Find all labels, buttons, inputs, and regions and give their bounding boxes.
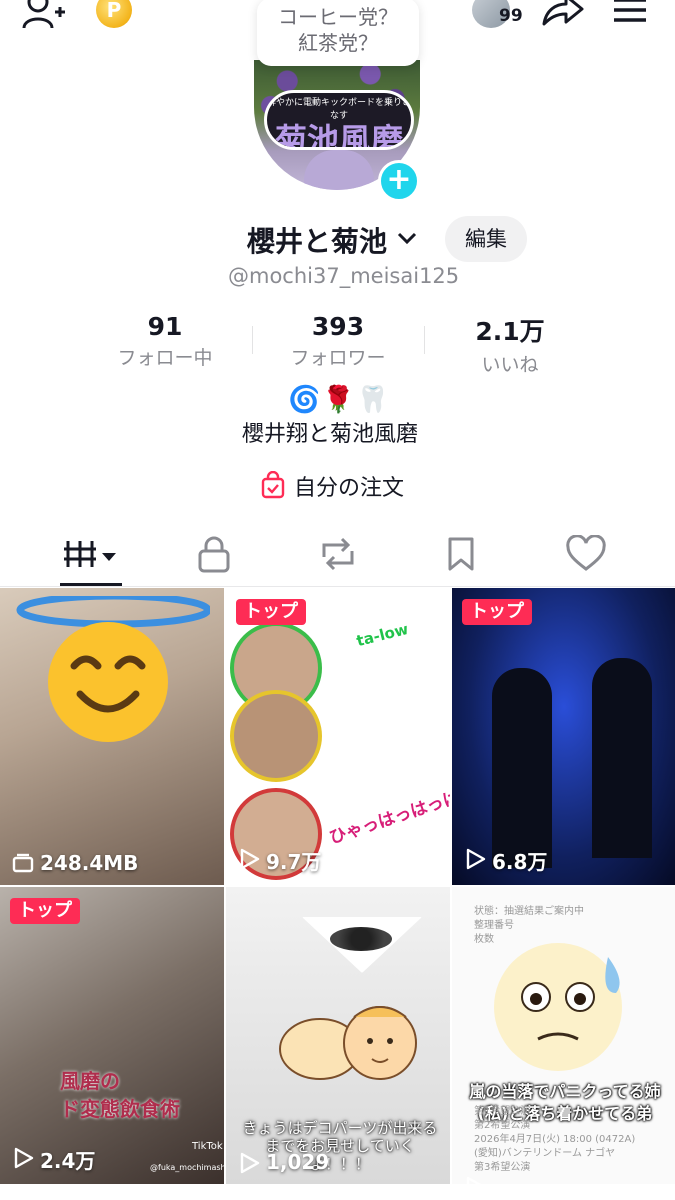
video-tile-draft[interactable]: 248.4MB (0, 588, 224, 885)
stat-likes-label: いいね (481, 354, 539, 376)
stat-divider (424, 326, 425, 354)
menu-icon[interactable] (612, 0, 648, 24)
baby-sticker-icon (279, 1006, 417, 1080)
play-icon (240, 848, 260, 870)
tile-view-value: 1,029 (266, 1150, 330, 1174)
coin-icon[interactable]: P (96, 0, 132, 28)
play-icon (240, 1152, 260, 1174)
tile-overlay-text: ta-low (354, 619, 411, 651)
pinned-badge: トップ (462, 599, 532, 625)
video-tile-pinned[interactable]: トップ 6.8万 (452, 588, 675, 885)
circle-photo (230, 690, 322, 782)
stat-followers-value: 393 (311, 312, 365, 341)
tile-view-value: 6.8万 (492, 850, 548, 874)
add-story-button[interactable]: + (378, 160, 420, 202)
tile-overlay-text: ひゃっはっはっは (327, 787, 450, 849)
stat-likes[interactable]: 2.1万 いいね (435, 312, 585, 377)
stat-followers-label: フォロワー (290, 347, 386, 369)
share-icon[interactable] (540, 0, 584, 28)
play-icon (466, 1176, 482, 1184)
video-tile-pinned[interactable]: 風磨の ド変態飲食術 TikTok @fuka_mochimashu125 トッ… (0, 887, 224, 1184)
play-icon (14, 1147, 34, 1169)
tile-storage-value: 248.4MB (40, 851, 139, 875)
profile-handle: @mochi37_meisai125 (228, 264, 460, 288)
avatar-banner-subtitle: 鮮やかに電動キックボードを乗りこなす (267, 98, 412, 121)
profile-visitors-count: 99 (499, 6, 523, 26)
tiktok-watermark-handle: @fuka_mochimashu125 (150, 1163, 224, 1172)
shopping-bag-icon (261, 471, 285, 499)
add-friend-icon[interactable] (22, 0, 66, 30)
story-bubble-line-2: 紅茶党？ (298, 31, 378, 55)
top-bar: P コーヒー党？ 紅茶党？ 99 (0, 0, 675, 66)
video-tile[interactable]: きょうはデコパーツが出来るまでをお見せしていくよ！！！ 1,029 (226, 887, 450, 1184)
tile-view-count: 1,029 (238, 1150, 329, 1174)
bio-emoji: 🌀🌹🦷 (288, 385, 392, 415)
tile-view-count: 2.4万 (12, 1145, 95, 1174)
videos-tab[interactable] (64, 535, 118, 573)
video-tile-pinned[interactable]: ta-low ひゃっはっはっは トップ 9.7万 (226, 588, 450, 885)
pinned-badge: トップ (10, 898, 80, 924)
stat-following-value: 91 (147, 312, 183, 341)
active-tab-indicator (60, 583, 122, 586)
stat-following-label: フォロー中 (117, 347, 213, 369)
lock-icon[interactable] (196, 535, 232, 573)
stat-likes-value: 2.1万 (475, 317, 545, 346)
heart-icon[interactable] (566, 535, 606, 573)
tile-overlay-text: 風磨の ド変態飲食術 (60, 1069, 180, 1121)
bio-text: 櫻井翔と菊池風磨 (242, 422, 419, 447)
lottery-document-text: 第1希望公演 第2希望公演 2026年4月7日(火) 18:00 (0472A)… (474, 1106, 636, 1173)
repost-icon[interactable] (318, 535, 358, 573)
tile-view-count: 6.8万 (464, 846, 547, 875)
black-beads (330, 927, 392, 951)
folder-icon (12, 853, 34, 873)
avatar-banner: 鮮やかに電動キックボードを乗りこなす 菊池風磨 (264, 90, 414, 150)
anxious-face-with-sweat-emoji-icon (494, 943, 622, 1071)
story-bubble-line-1: コーヒー党？ (278, 5, 398, 29)
bookmark-icon[interactable] (446, 535, 476, 573)
chevron-down-icon[interactable] (396, 230, 418, 246)
tile-view-value: 9.7万 (266, 850, 322, 874)
stat-following[interactable]: 91 フォロー中 (90, 312, 240, 370)
video-tile[interactable]: 状態：抽選結果ご案内中 整理番号 枚数 嵐の当落でパニクってる姉(私)と落ち着か… (452, 887, 675, 1184)
tiktok-watermark: TikTok (192, 1141, 223, 1152)
stage-figure (492, 668, 552, 868)
my-orders-label: 自分の注文 (294, 476, 405, 501)
pinned-badge: トップ (236, 599, 306, 625)
story-bubble[interactable]: コーヒー党？ 紅茶党？ (257, 0, 419, 66)
avatar-banner-title: 菊池風磨 (274, 121, 403, 150)
stat-followers[interactable]: 393 フォロワー (263, 312, 413, 370)
tile-storage-size: 248.4MB (12, 851, 138, 875)
edit-profile-button[interactable]: 編集 (445, 216, 527, 262)
profile-tabs (0, 525, 675, 587)
stat-divider (252, 326, 253, 354)
tile-view-count: 9.7万 (238, 846, 321, 875)
avatar-person (304, 150, 374, 190)
tile-view-value: 2.4万 (40, 1149, 96, 1173)
smiling-face-with-halo-emoji-icon (16, 596, 210, 742)
profile-name[interactable]: 櫻井と菊池 (247, 220, 387, 260)
play-icon (466, 848, 486, 870)
stage-figure (592, 658, 652, 858)
